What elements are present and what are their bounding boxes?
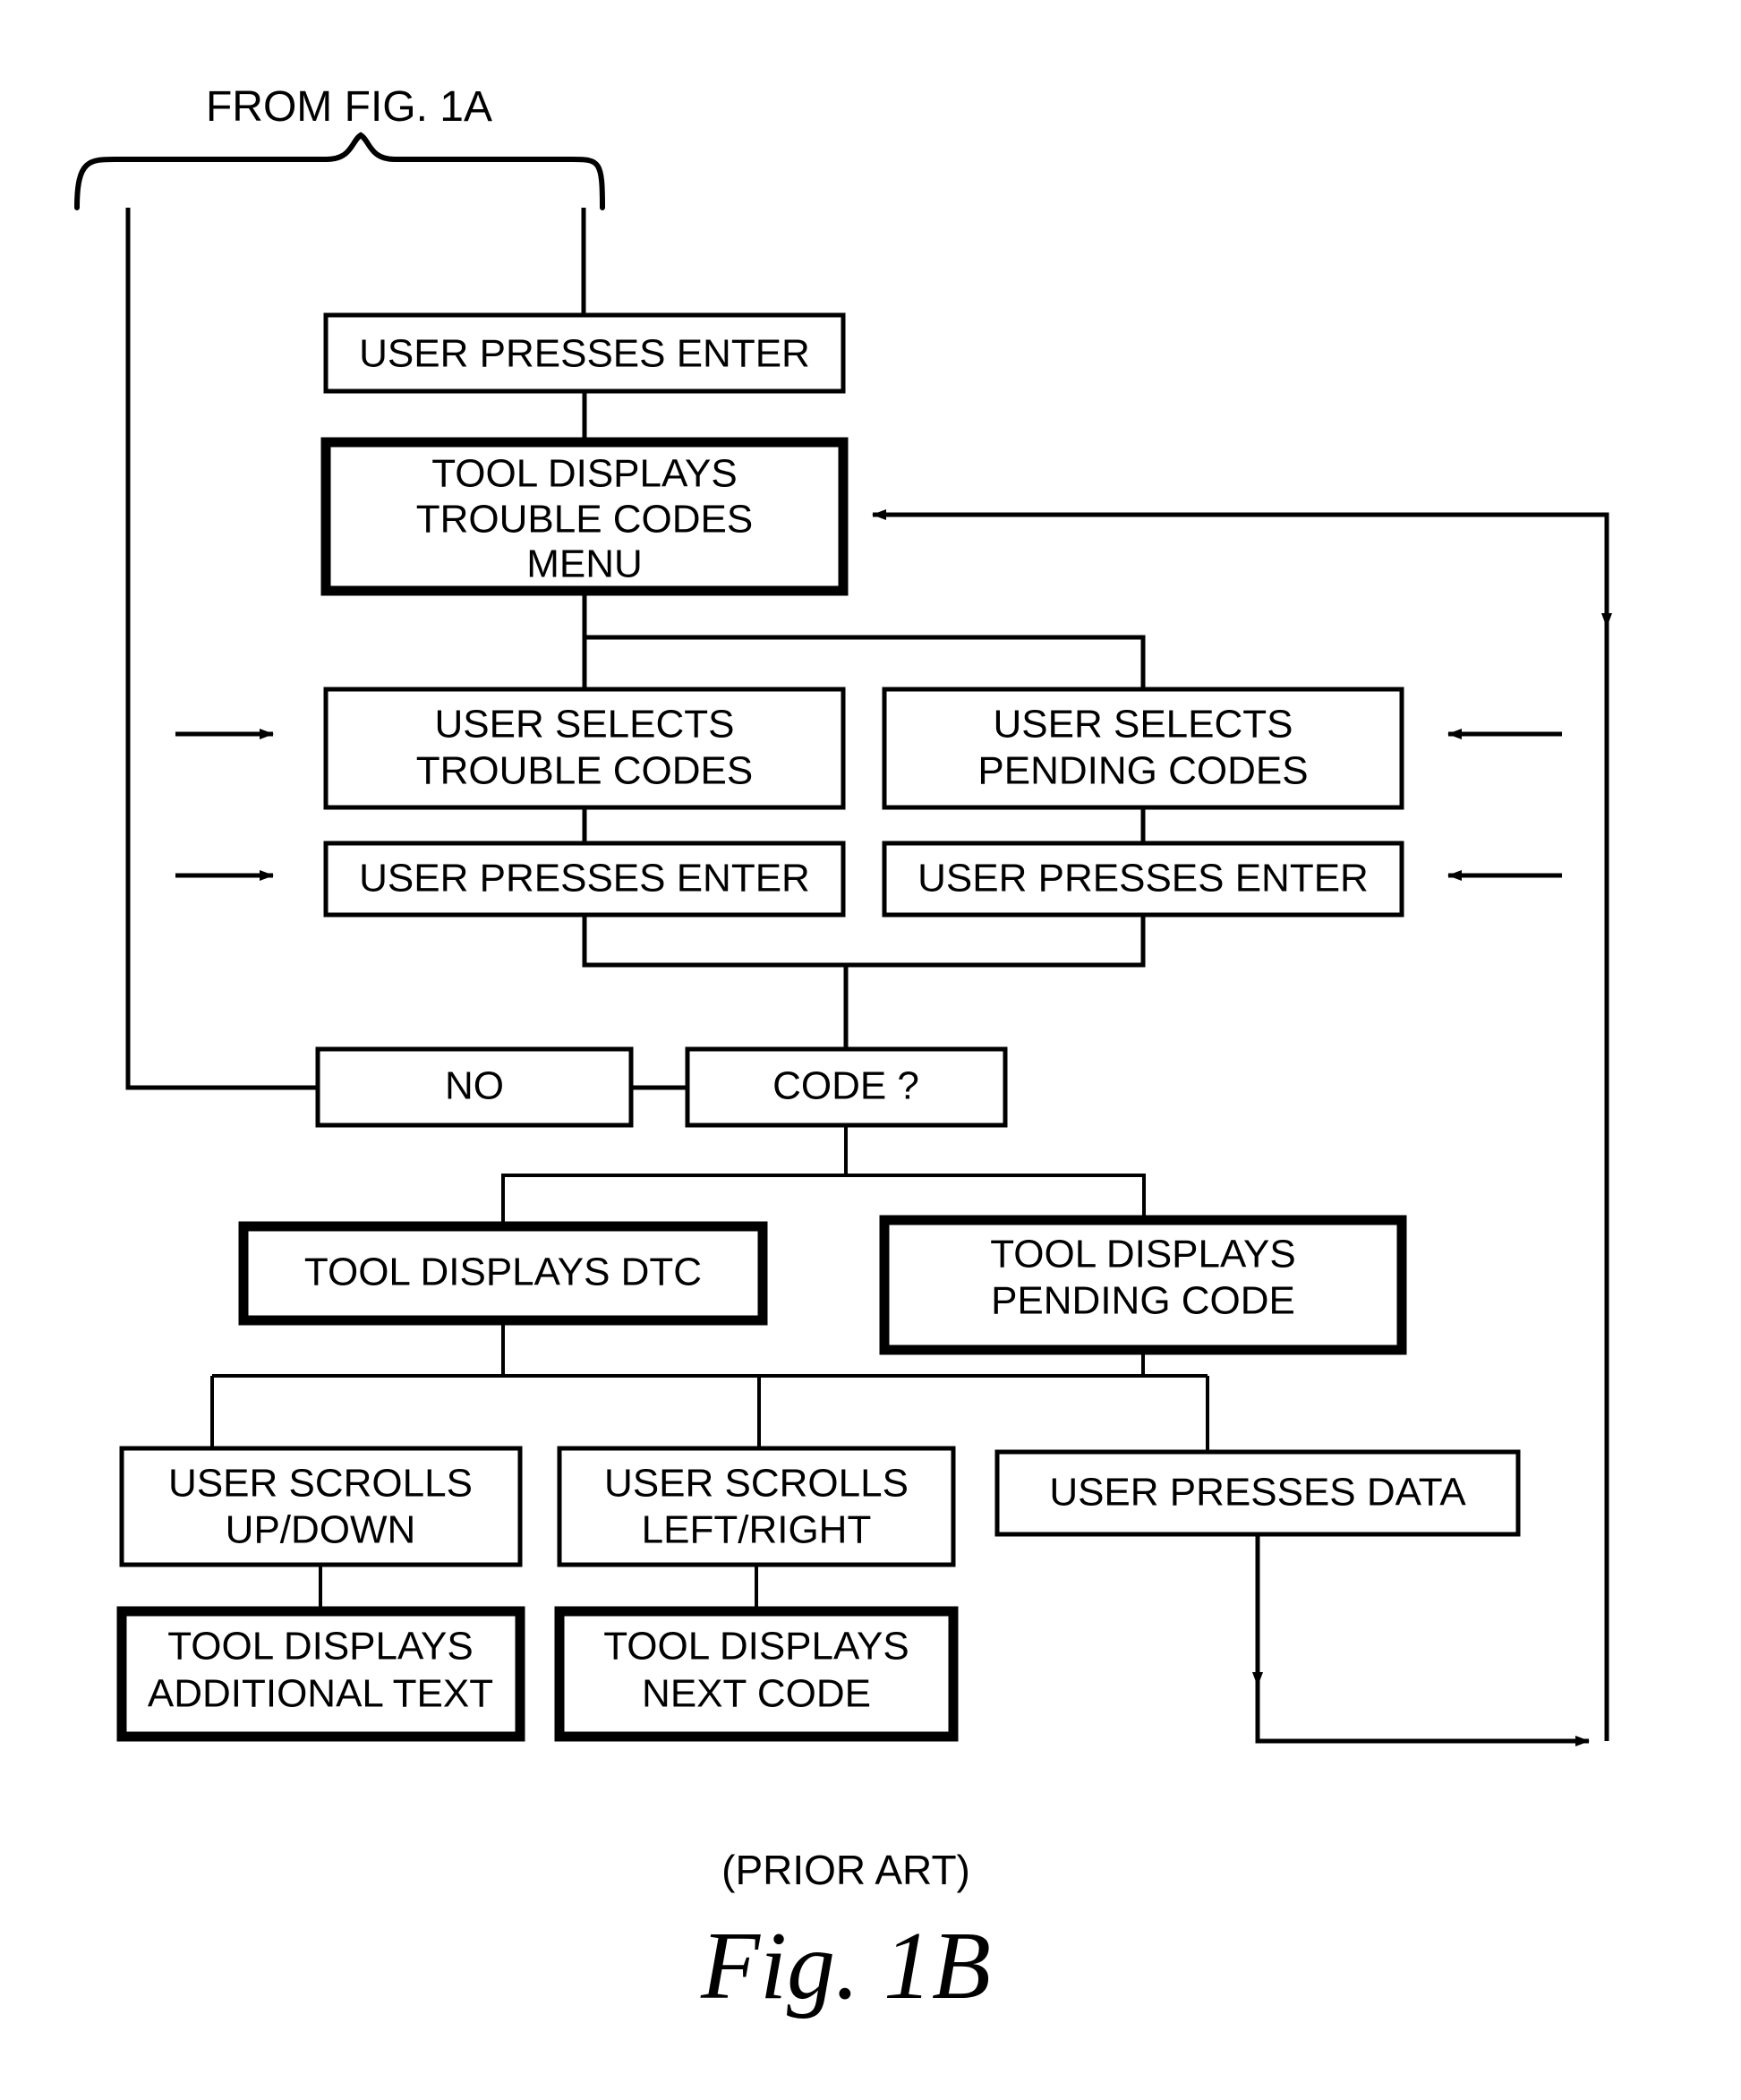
from-fig-1a-label: FROM FIG. 1A — [206, 83, 492, 131]
node-enter-right-label: USER PRESSES ENTER — [917, 857, 1369, 901]
node-menu-label-line1: TOOL DISPLAYS — [431, 452, 738, 496]
node-menu-label-line2: TROUBLE CODES — [416, 498, 754, 542]
return-path-horizontal-arrow — [1255, 1683, 1590, 1746]
node-user-presses-enter-top-label: USER PRESSES ENTER — [359, 332, 810, 376]
node-dtc-label: TOOL DISPLAYS DTC — [304, 1251, 702, 1294]
connector-code-split-left — [501, 1125, 848, 1226]
figure-caption: Fig. 1B — [700, 1913, 991, 2019]
node-selects-trouble-line2: TROUBLE CODES — [416, 749, 754, 793]
prior-art-note: (PRIOR ART) — [721, 1847, 970, 1893]
node-updown-line1: USER SCROLLS — [168, 1462, 473, 1506]
node-selects-pending-line2: PENDING CODES — [977, 749, 1308, 793]
node-additional-text-line1: TOOL DISPLAYS — [167, 1625, 474, 1669]
node-code-label: CODE ? — [772, 1064, 919, 1108]
node-additional-text-line2: ADDITIONAL TEXT — [148, 1672, 493, 1716]
node-no-label: NO — [445, 1064, 504, 1108]
node-updown-line2: UP/DOWN — [226, 1508, 416, 1552]
node-menu-label-line3: MENU — [526, 542, 643, 586]
connector-menu-split-right — [582, 591, 1146, 689]
node-enter-left-label: USER PRESSES ENTER — [359, 857, 810, 901]
flowchart-canvas: FROM FIG. 1A USER PRESSES ENTER TOOL DIS… — [74, 83, 1612, 2019]
figure-1b-container: FROM FIG. 1A USER PRESSES ENTER TOOL DIS… — [0, 0, 1741, 2100]
node-next-code-line2: NEXT CODE — [642, 1672, 871, 1716]
node-pending-code-line2: PENDING CODE — [991, 1279, 1295, 1323]
node-presses-data-label: USER PRESSES DATA — [1049, 1471, 1466, 1515]
connector-enter-merge — [582, 915, 1146, 968]
from-fig-brace — [74, 132, 605, 210]
node-selects-pending-line1: USER SELECTS — [994, 703, 1293, 747]
node-selects-trouble-line1: USER SELECTS — [435, 703, 735, 747]
node-pending-code-line1: TOOL DISPLAYS — [990, 1233, 1296, 1276]
node-next-code-line1: TOOL DISPLAYS — [603, 1625, 909, 1669]
loop-back-left-path — [125, 208, 318, 1090]
node-leftright-line2: LEFT/RIGHT — [642, 1508, 872, 1552]
node-leftright-line1: USER SCROLLS — [604, 1462, 909, 1506]
